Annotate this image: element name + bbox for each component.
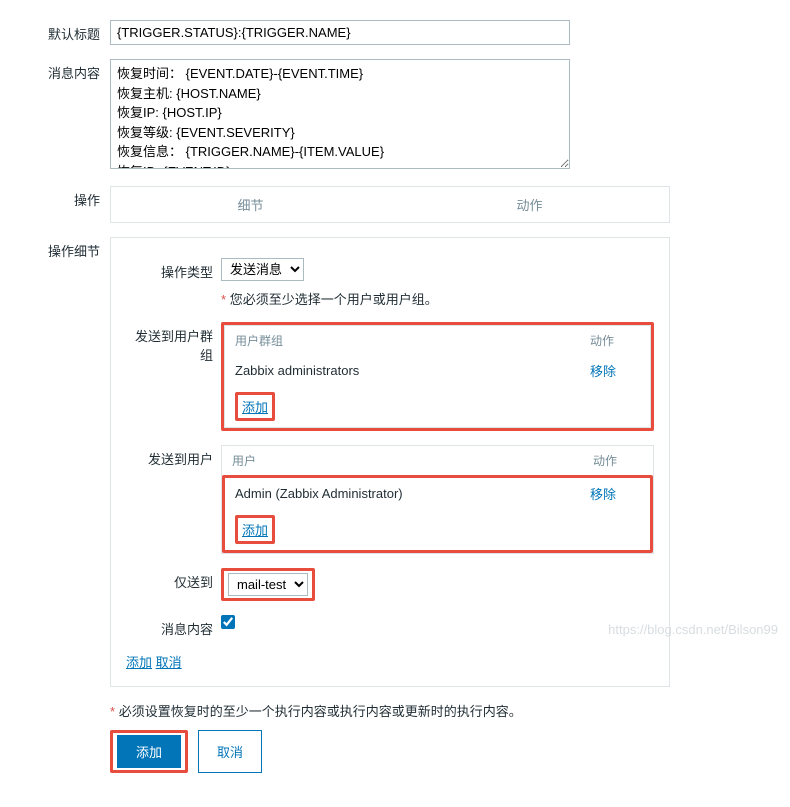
- message-content-cb-label: 消息内容: [126, 615, 221, 638]
- operation-label: 操作: [10, 186, 110, 223]
- user-group-remove-link[interactable]: 移除: [590, 364, 616, 379]
- tab-action[interactable]: 动作: [390, 187, 669, 222]
- add-button-highlight: 添加: [110, 730, 188, 773]
- operation-details-label: 操作细节: [10, 237, 110, 773]
- table-row: 添加: [225, 509, 650, 550]
- users-header-user: 用户: [232, 452, 593, 469]
- select-user-hint: * 您必须至少选择一个用户或用户组。: [221, 289, 654, 308]
- user-remove-link[interactable]: 移除: [590, 487, 616, 502]
- message-content-textarea[interactable]: [110, 59, 570, 169]
- users-header-action: 动作: [593, 452, 643, 469]
- operation-type-label: 操作类型: [126, 258, 221, 281]
- default-title-input[interactable]: [110, 20, 570, 45]
- inline-add-link[interactable]: 添加: [126, 655, 152, 670]
- table-row: 添加: [225, 386, 650, 427]
- user-groups-highlight: 用户群组 动作 Zabbix administrators 移除 添加: [221, 322, 654, 431]
- table-row: Admin (Zabbix Administrator) 移除: [225, 478, 650, 509]
- user-add-link[interactable]: 添加: [242, 523, 268, 538]
- message-content-label: 消息内容: [10, 59, 110, 172]
- bottom-actions: 添加 取消: [110, 730, 670, 773]
- user-groups-table: 用户群组 动作 Zabbix administrators 移除 添加: [224, 325, 651, 428]
- inline-actions: 添加 取消: [126, 652, 654, 671]
- only-send-to-select[interactable]: mail-test: [228, 573, 308, 596]
- send-to-users-label: 发送到用户: [126, 445, 221, 468]
- add-button[interactable]: 添加: [117, 735, 181, 768]
- tab-details[interactable]: 细节: [111, 187, 390, 222]
- watermark: https://blog.csdn.net/Bilson99: [608, 622, 778, 637]
- asterisk-icon: *: [110, 704, 115, 719]
- user-group-add-link[interactable]: 添加: [242, 400, 268, 415]
- users-table: 用户 动作 Admin (Zabbix Administrator) 移除 添加: [221, 445, 654, 554]
- user-group-add-highlight: 添加: [235, 392, 275, 421]
- users-highlight: Admin (Zabbix Administrator) 移除 添加: [222, 475, 653, 553]
- user-groups-header-action: 动作: [590, 332, 640, 349]
- only-send-to-label: 仅送到: [126, 568, 221, 591]
- operation-details-box: 操作类型 发送消息 * 您必须至少选择一个用户或用户组。 发送到用户群组: [110, 237, 670, 687]
- only-send-to-highlight: mail-test: [221, 568, 315, 601]
- cancel-button[interactable]: 取消: [198, 730, 262, 773]
- asterisk-icon: *: [221, 292, 226, 307]
- footer-warning: * 必须设置恢复时的至少一个执行内容或执行内容或更新时的执行内容。: [110, 701, 670, 720]
- default-title-label: 默认标题: [10, 20, 110, 45]
- message-content-checkbox[interactable]: [221, 615, 235, 629]
- table-row: Zabbix administrators 移除: [225, 355, 650, 386]
- user-group-name: Zabbix administrators: [235, 363, 590, 378]
- user-add-highlight: 添加: [235, 515, 275, 544]
- operation-type-select[interactable]: 发送消息: [221, 258, 304, 281]
- send-to-user-groups-label: 发送到用户群组: [126, 322, 221, 364]
- user-groups-header-group: 用户群组: [235, 332, 590, 349]
- user-name: Admin (Zabbix Administrator): [235, 486, 590, 501]
- inline-cancel-link[interactable]: 取消: [156, 655, 182, 670]
- operation-tabs: 细节 动作: [110, 186, 670, 223]
